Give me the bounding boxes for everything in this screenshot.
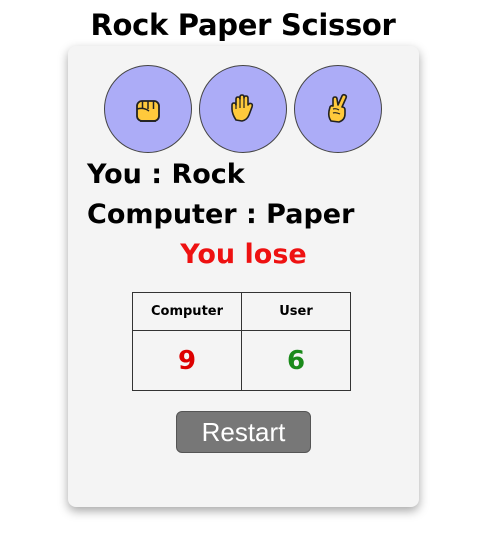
scoreboard-header-row: Computer User xyxy=(132,292,351,331)
rock-button[interactable] xyxy=(104,65,192,153)
computer-score-header: Computer xyxy=(132,292,242,331)
restart-button[interactable]: Restart xyxy=(176,411,311,453)
victory-hand-icon xyxy=(327,93,348,123)
computer-choice-label: Computer : Paper xyxy=(87,199,355,230)
user-score-header: User xyxy=(241,292,351,331)
result-text: You lose xyxy=(180,239,307,270)
raised-fist-icon xyxy=(136,100,160,122)
player-choice-label: You : Rock xyxy=(87,159,245,190)
scoreboard-value-row: 9 6 xyxy=(132,330,351,391)
scoreboard-table: Computer User 9 6 xyxy=(132,292,351,391)
game-card: You : Rock Computer : Paper You lose Com… xyxy=(68,46,419,507)
scissors-button[interactable] xyxy=(294,65,382,153)
raised-hand-icon xyxy=(231,94,254,122)
game-title: Rock Paper Scissor xyxy=(90,8,396,42)
paper-button[interactable] xyxy=(199,65,287,153)
choice-buttons xyxy=(104,65,384,155)
user-score: 6 xyxy=(241,330,351,391)
computer-score: 9 xyxy=(132,330,242,391)
